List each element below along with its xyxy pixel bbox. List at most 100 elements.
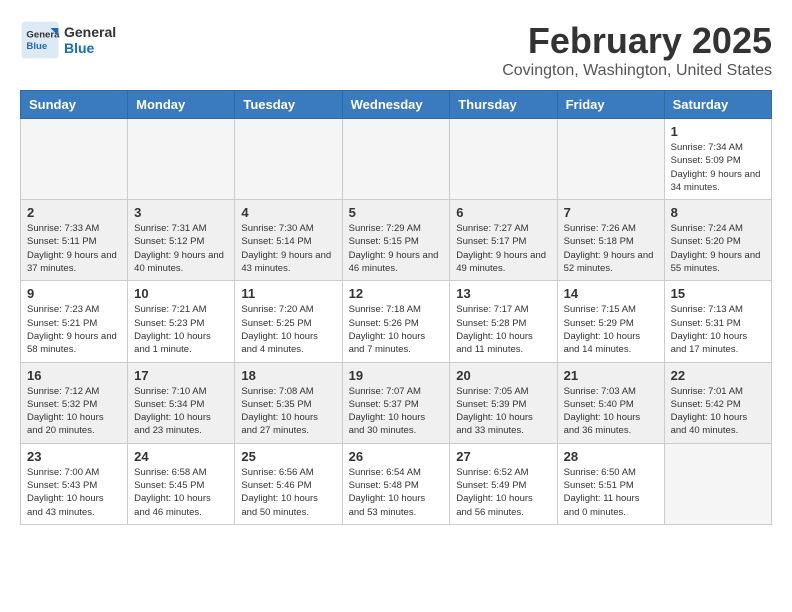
weekday-header-thursday: Thursday bbox=[450, 91, 557, 119]
svg-text:Blue: Blue bbox=[26, 41, 47, 52]
day-number: 25 bbox=[241, 449, 335, 464]
day-number: 1 bbox=[671, 124, 765, 139]
calendar-cell: 10Sunrise: 7:21 AM Sunset: 5:23 PM Dayli… bbox=[128, 281, 235, 362]
calendar-cell: 21 Sunrise: 7:03 AM Sunset: 5:40 PM Dayli… bbox=[557, 362, 664, 443]
day-info: Sunrise: 7:31 AM Sunset: 5:12 PM Dayligh… bbox=[134, 222, 228, 275]
day-number: 5 bbox=[349, 205, 444, 220]
weekday-header-wednesday: Wednesday bbox=[342, 91, 450, 119]
day-number: 20 bbox=[456, 368, 550, 383]
calendar-cell: 7 Sunrise: 7:26 AM Sunset: 5:18 PM Daylig… bbox=[557, 200, 664, 281]
calendar-cell bbox=[450, 119, 557, 200]
day-info: Sunrise: 7:23 AM Sunset: 5:21 PM Dayligh… bbox=[27, 303, 121, 356]
logo-text-line2: Blue bbox=[64, 40, 116, 56]
day-info: Sunrise: 7:30 AM Sunset: 5:14 PM Dayligh… bbox=[241, 222, 335, 275]
calendar-cell bbox=[235, 119, 342, 200]
calendar: SundayMondayTuesdayWednesdayThursdayFrid… bbox=[20, 90, 772, 525]
day-number: 18 bbox=[241, 368, 335, 383]
calendar-cell: 12 Sunrise: 7:18 AM Sunset: 5:26 PM Dayli… bbox=[342, 281, 450, 362]
calendar-cell bbox=[557, 119, 664, 200]
day-info: Sunrise: 6:56 AM Sunset: 5:46 PM Dayligh… bbox=[241, 466, 335, 519]
logo-icon: General Blue bbox=[20, 20, 60, 60]
day-number: 17 bbox=[134, 368, 228, 383]
weekday-header-saturday: Saturday bbox=[664, 91, 771, 119]
calendar-cell: 22Sunrise: 7:01 AM Sunset: 5:42 PM Dayli… bbox=[664, 362, 771, 443]
day-info: Sunrise: 7:10 AM Sunset: 5:34 PM Dayligh… bbox=[134, 385, 228, 438]
calendar-cell: 27 Sunrise: 6:52 AM Sunset: 5:49 PM Dayli… bbox=[450, 443, 557, 524]
day-number: 8 bbox=[671, 205, 765, 220]
logo-text-line1: General bbox=[64, 24, 116, 40]
calendar-cell: 4 Sunrise: 7:30 AM Sunset: 5:14 PM Daylig… bbox=[235, 200, 342, 281]
day-number: 28 bbox=[564, 449, 658, 464]
day-info: Sunrise: 7:00 AM Sunset: 5:43 PM Dayligh… bbox=[27, 466, 121, 519]
calendar-cell: 5 Sunrise: 7:29 AM Sunset: 5:15 PM Daylig… bbox=[342, 200, 450, 281]
day-info: Sunrise: 7:17 AM Sunset: 5:28 PM Dayligh… bbox=[456, 303, 550, 356]
day-info: Sunrise: 7:05 AM Sunset: 5:39 PM Dayligh… bbox=[456, 385, 550, 438]
day-info: Sunrise: 7:08 AM Sunset: 5:35 PM Dayligh… bbox=[241, 385, 335, 438]
calendar-cell bbox=[128, 119, 235, 200]
calendar-cell: 8 Sunrise: 7:24 AM Sunset: 5:20 PM Daylig… bbox=[664, 200, 771, 281]
calendar-cell: 19 Sunrise: 7:07 AM Sunset: 5:37 PM Dayli… bbox=[342, 362, 450, 443]
day-number: 2 bbox=[27, 205, 121, 220]
day-number: 22 bbox=[671, 368, 765, 383]
day-info: Sunrise: 7:26 AM Sunset: 5:18 PM Dayligh… bbox=[564, 222, 658, 275]
day-number: 27 bbox=[456, 449, 550, 464]
calendar-cell: 3Sunrise: 7:31 AM Sunset: 5:12 PM Daylig… bbox=[128, 200, 235, 281]
weekday-header-row: SundayMondayTuesdayWednesdayThursdayFrid… bbox=[21, 91, 772, 119]
day-info: Sunrise: 7:33 AM Sunset: 5:11 PM Dayligh… bbox=[27, 222, 121, 275]
title-block: February 2025 Covington, Washington, Uni… bbox=[502, 20, 772, 80]
day-info: Sunrise: 6:58 AM Sunset: 5:45 PM Dayligh… bbox=[134, 466, 228, 519]
day-number: 6 bbox=[456, 205, 550, 220]
calendar-cell: 1 Sunrise: 7:34 AM Sunset: 5:09 PM Daylig… bbox=[664, 119, 771, 200]
day-info: Sunrise: 6:52 AM Sunset: 5:49 PM Dayligh… bbox=[456, 466, 550, 519]
day-info: Sunrise: 7:20 AM Sunset: 5:25 PM Dayligh… bbox=[241, 303, 335, 356]
month-title: February 2025 bbox=[502, 20, 772, 62]
calendar-cell: 13 Sunrise: 7:17 AM Sunset: 5:28 PM Dayli… bbox=[450, 281, 557, 362]
calendar-cell: 25 Sunrise: 6:56 AM Sunset: 5:46 PM Dayli… bbox=[235, 443, 342, 524]
day-number: 16 bbox=[27, 368, 121, 383]
day-number: 26 bbox=[349, 449, 444, 464]
week-row-3: 9 Sunrise: 7:23 AM Sunset: 5:21 PM Daylig… bbox=[21, 281, 772, 362]
day-number: 13 bbox=[456, 286, 550, 301]
calendar-cell bbox=[342, 119, 450, 200]
logo: General Blue General Blue bbox=[20, 20, 116, 60]
calendar-cell: 11Sunrise: 7:20 AM Sunset: 5:25 PM Dayli… bbox=[235, 281, 342, 362]
day-info: Sunrise: 7:34 AM Sunset: 5:09 PM Dayligh… bbox=[671, 141, 765, 194]
day-number: 10 bbox=[134, 286, 228, 301]
day-number: 15 bbox=[671, 286, 765, 301]
week-row-4: 16 Sunrise: 7:12 AM Sunset: 5:32 PM Dayli… bbox=[21, 362, 772, 443]
day-number: 7 bbox=[564, 205, 658, 220]
calendar-cell: 20 Sunrise: 7:05 AM Sunset: 5:39 PM Dayli… bbox=[450, 362, 557, 443]
calendar-cell: 17 Sunrise: 7:10 AM Sunset: 5:34 PM Dayli… bbox=[128, 362, 235, 443]
calendar-cell: 14Sunrise: 7:15 AM Sunset: 5:29 PM Dayli… bbox=[557, 281, 664, 362]
calendar-cell bbox=[21, 119, 128, 200]
calendar-cell: 16 Sunrise: 7:12 AM Sunset: 5:32 PM Dayli… bbox=[21, 362, 128, 443]
day-number: 14 bbox=[564, 286, 658, 301]
day-info: Sunrise: 7:07 AM Sunset: 5:37 PM Dayligh… bbox=[349, 385, 444, 438]
day-info: Sunrise: 7:24 AM Sunset: 5:20 PM Dayligh… bbox=[671, 222, 765, 275]
day-number: 4 bbox=[241, 205, 335, 220]
day-number: 9 bbox=[27, 286, 121, 301]
calendar-cell: 23 Sunrise: 7:00 AM Sunset: 5:43 PM Dayli… bbox=[21, 443, 128, 524]
calendar-cell: 26 Sunrise: 6:54 AM Sunset: 5:48 PM Dayli… bbox=[342, 443, 450, 524]
week-row-1: 1 Sunrise: 7:34 AM Sunset: 5:09 PM Daylig… bbox=[21, 119, 772, 200]
weekday-header-monday: Monday bbox=[128, 91, 235, 119]
calendar-cell: 28Sunrise: 6:50 AM Sunset: 5:51 PM Dayli… bbox=[557, 443, 664, 524]
calendar-cell: 9 Sunrise: 7:23 AM Sunset: 5:21 PM Daylig… bbox=[21, 281, 128, 362]
day-number: 23 bbox=[27, 449, 121, 464]
calendar-cell: 2 Sunrise: 7:33 AM Sunset: 5:11 PM Daylig… bbox=[21, 200, 128, 281]
day-info: Sunrise: 7:18 AM Sunset: 5:26 PM Dayligh… bbox=[349, 303, 444, 356]
weekday-header-friday: Friday bbox=[557, 91, 664, 119]
calendar-cell bbox=[664, 443, 771, 524]
page-header: General Blue General Blue February 2025 … bbox=[20, 20, 772, 80]
day-number: 21 bbox=[564, 368, 658, 383]
day-info: Sunrise: 7:27 AM Sunset: 5:17 PM Dayligh… bbox=[456, 222, 550, 275]
day-number: 19 bbox=[349, 368, 444, 383]
day-info: Sunrise: 7:12 AM Sunset: 5:32 PM Dayligh… bbox=[27, 385, 121, 438]
weekday-header-tuesday: Tuesday bbox=[235, 91, 342, 119]
day-info: Sunrise: 7:03 AM Sunset: 5:40 PM Dayligh… bbox=[564, 385, 658, 438]
day-info: Sunrise: 6:54 AM Sunset: 5:48 PM Dayligh… bbox=[349, 466, 444, 519]
calendar-cell: 6 Sunrise: 7:27 AM Sunset: 5:17 PM Daylig… bbox=[450, 200, 557, 281]
day-number: 12 bbox=[349, 286, 444, 301]
day-info: Sunrise: 7:29 AM Sunset: 5:15 PM Dayligh… bbox=[349, 222, 444, 275]
week-row-2: 2 Sunrise: 7:33 AM Sunset: 5:11 PM Daylig… bbox=[21, 200, 772, 281]
